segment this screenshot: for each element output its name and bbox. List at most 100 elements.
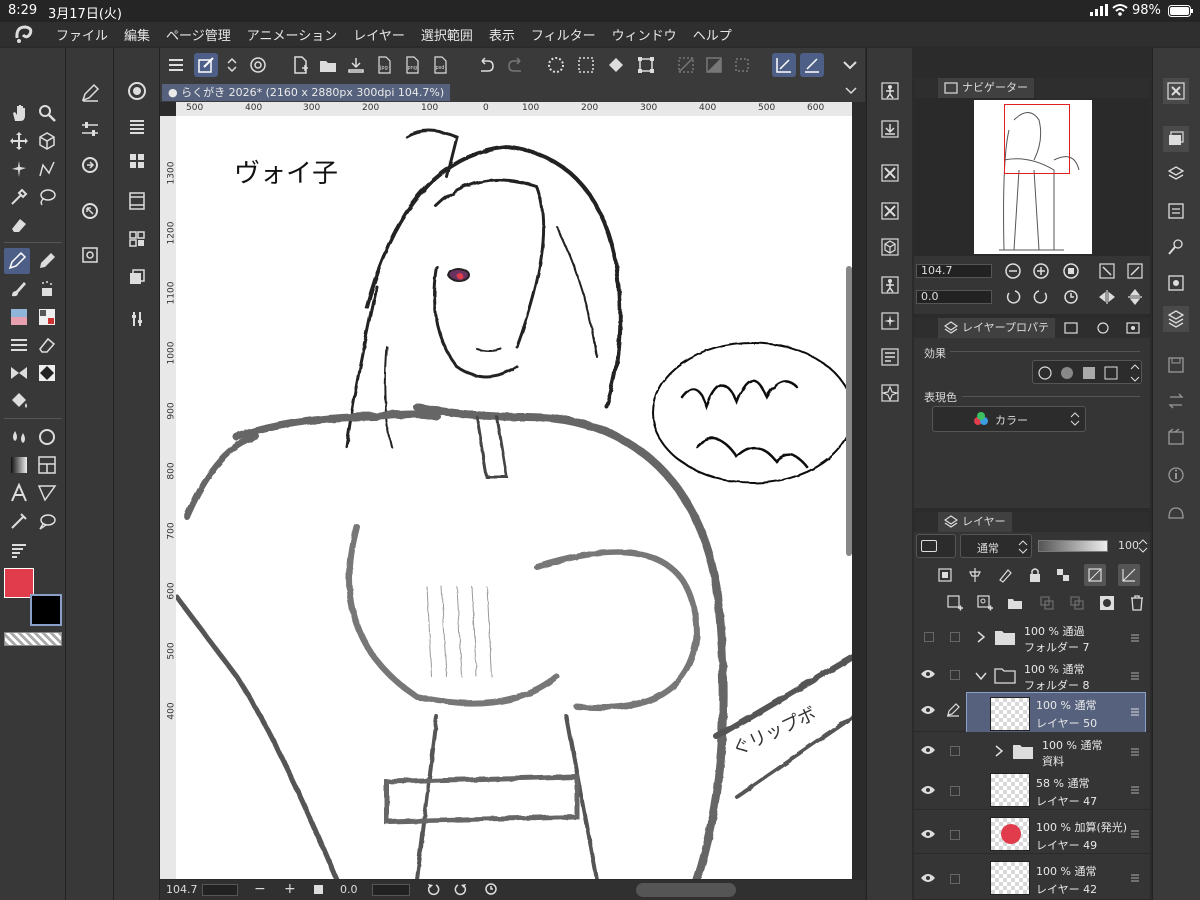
menu-page[interactable]: ページ管理 — [158, 25, 239, 44]
app-logo-icon[interactable] — [0, 22, 48, 46]
edit-target-toggle[interactable] — [950, 632, 960, 642]
transform-icon[interactable] — [634, 53, 658, 77]
chevron-right-icon[interactable] — [994, 744, 1004, 761]
text-icon[interactable] — [6, 480, 32, 506]
auto-select-icon[interactable] — [6, 156, 32, 182]
actual-size-icon[interactable] — [1060, 260, 1082, 282]
subview-panel-icon[interactable] — [1163, 270, 1189, 296]
eye-icon[interactable] — [920, 668, 936, 683]
clip-icon[interactable] — [934, 564, 956, 586]
info-tab-icon[interactable] — [1126, 321, 1140, 338]
sparkle-box-icon[interactable] — [877, 308, 903, 334]
edit-target-toggle[interactable] — [950, 830, 960, 840]
opacity-slider[interactable] — [1038, 540, 1108, 552]
visibility-toggle[interactable] — [924, 632, 934, 642]
new-file-icon[interactable] — [288, 53, 312, 77]
fill-icon[interactable] — [6, 388, 32, 414]
stepper-icon[interactable] — [1138, 538, 1148, 557]
menu-help[interactable]: ヘルプ — [685, 25, 740, 44]
eraser-icon[interactable] — [6, 212, 32, 238]
adjust-icon[interactable] — [124, 306, 150, 332]
drag-handle-icon[interactable] — [1130, 872, 1140, 886]
gradient-icon[interactable] — [6, 452, 32, 478]
draft-icon[interactable] — [994, 564, 1016, 586]
correction-icon[interactable] — [6, 508, 32, 534]
layer-row[interactable]: 100 % 通常 フォルダー 8 — [914, 656, 1150, 696]
special-ruler-icon[interactable] — [800, 53, 824, 77]
ruler-icon[interactable] — [6, 538, 32, 564]
save-icon[interactable] — [344, 53, 368, 77]
fit-icon[interactable] — [314, 885, 323, 894]
vertical-scrollbar[interactable] — [846, 266, 852, 556]
eye-icon[interactable] — [920, 872, 936, 887]
layer-props-panel-icon[interactable] — [1163, 162, 1189, 188]
zoom-out-button[interactable]: − — [254, 881, 266, 897]
lasso-line-icon[interactable] — [34, 156, 60, 182]
layer-search-icon[interactable] — [77, 242, 103, 268]
material-panel-icon[interactable] — [124, 226, 150, 252]
layer-row[interactable]: 58 % 通常 レイヤー 47 — [914, 770, 1150, 810]
color-wheel-icon[interactable] — [124, 78, 150, 104]
zoom-out-icon[interactable] — [1002, 260, 1024, 282]
select-all-icon[interactable] — [574, 53, 598, 77]
x-box-icon[interactable] — [877, 198, 903, 224]
circle-shape-icon[interactable] — [34, 424, 60, 450]
edit-target-toggle[interactable] — [950, 786, 960, 796]
reference-icon[interactable] — [964, 564, 986, 586]
merge-down-icon[interactable] — [1066, 592, 1088, 614]
drag-handle-icon[interactable] — [1130, 828, 1140, 842]
decoration-icon[interactable] — [6, 304, 32, 330]
menu-layer[interactable]: レイヤー — [345, 25, 413, 44]
layers-panel-icon[interactable] — [1163, 306, 1189, 332]
layers-tab[interactable]: レイヤー — [938, 512, 1012, 532]
layer-row[interactable]: 100 % 通過 フォルダー 7 — [914, 618, 1150, 658]
navigator-tab[interactable]: ナビゲーター — [938, 78, 1034, 98]
figure-icon[interactable] — [877, 78, 903, 104]
layer-properties-tab[interactable]: レイヤープロパテ — [938, 318, 1056, 338]
navigator-zoom-field[interactable]: 104.7 — [916, 264, 992, 278]
eye-icon[interactable] — [920, 828, 936, 843]
new-vector-layer-icon[interactable] — [974, 592, 996, 614]
brush-panel-icon[interactable] — [1163, 234, 1189, 260]
selection-border-icon[interactable] — [730, 53, 754, 77]
brush-tab-icon[interactable] — [1096, 321, 1110, 338]
eye-icon[interactable] — [920, 784, 936, 799]
new-raster-layer-icon[interactable] — [944, 592, 966, 614]
angle-slider[interactable] — [372, 884, 410, 896]
move-icon[interactable] — [6, 128, 32, 154]
menu-selection[interactable]: 選択範囲 — [413, 25, 481, 44]
fit-navigator-icon[interactable] — [1124, 260, 1146, 282]
drag-handle-icon[interactable] — [1130, 670, 1140, 684]
open-folder-icon[interactable] — [316, 53, 340, 77]
sliders-icon[interactable] — [77, 116, 103, 142]
rotate-left-icon[interactable] — [1002, 286, 1024, 308]
x-box-icon[interactable] — [877, 160, 903, 186]
eyedropper-icon[interactable] — [6, 184, 32, 210]
menu-icon[interactable] — [164, 53, 188, 77]
save-panel-icon[interactable] — [1163, 352, 1189, 378]
invert-selection-icon[interactable] — [702, 53, 726, 77]
lock-transparency-icon[interactable] — [1052, 564, 1074, 586]
airbrush-icon[interactable] — [34, 276, 60, 302]
material-icon[interactable] — [34, 304, 60, 330]
rotate-right-icon[interactable] — [1030, 286, 1052, 308]
edit-target-toggle[interactable] — [950, 746, 960, 756]
effect-selector[interactable] — [1032, 360, 1142, 384]
object-icon[interactable] — [34, 128, 60, 154]
layer-color-button[interactable] — [916, 534, 956, 558]
layer-row[interactable]: 100 % 通常 レイヤー 50 — [914, 692, 1150, 736]
ribbon-icon[interactable] — [6, 360, 32, 386]
chevron-down-icon[interactable] — [974, 670, 988, 684]
drops-icon[interactable] — [6, 424, 32, 450]
gradient-tool-icon[interactable] — [34, 360, 60, 386]
drag-handle-icon[interactable] — [1130, 706, 1140, 720]
zoom-in-button[interactable]: + — [284, 881, 296, 897]
sub-color-swatch[interactable] — [30, 594, 62, 626]
expression-color-select[interactable]: カラー — [932, 406, 1086, 432]
loading-icon[interactable] — [544, 53, 568, 77]
navigator-view-rect[interactable] — [1004, 104, 1070, 174]
transparent-color-swatch[interactable] — [4, 632, 62, 646]
export-psd-icon[interactable]: psd — [428, 53, 452, 77]
layer-row[interactable]: 100 % 通常 資料 — [914, 732, 1150, 772]
import-icon[interactable] — [877, 116, 903, 142]
